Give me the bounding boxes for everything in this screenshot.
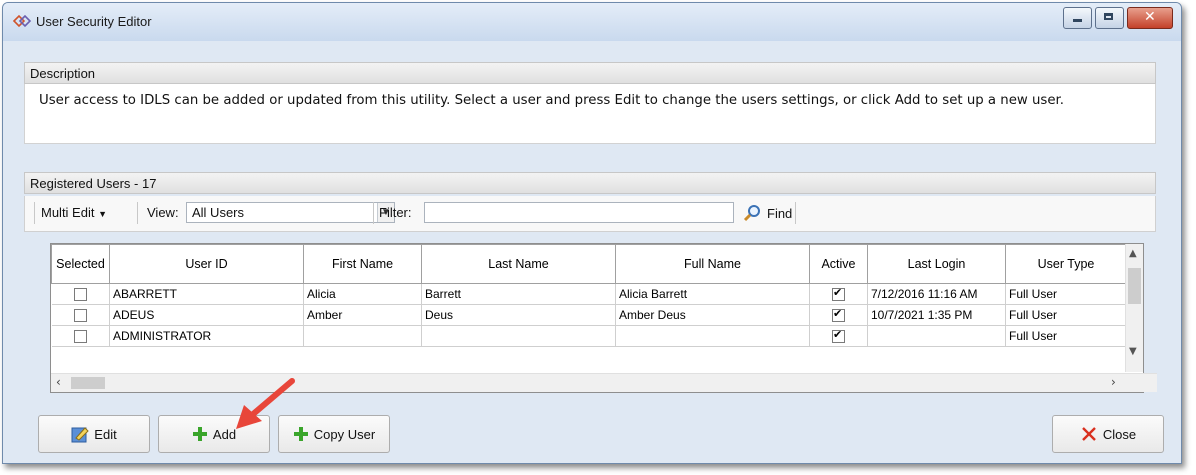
column-header-first-name[interactable]: First Name (303, 244, 422, 284)
user-type-cell: Full User (1005, 304, 1127, 326)
description-header: Description (24, 62, 1156, 84)
selected-cell[interactable] (51, 325, 110, 347)
scroll-right-icon[interactable]: › (1111, 375, 1116, 389)
description-box: User access to IDLS can be added or upda… (24, 84, 1156, 144)
minimize-icon (1073, 19, 1082, 22)
close-icon: ✕ (1144, 9, 1156, 25)
scroll-up-icon[interactable]: ▲ (1129, 248, 1137, 259)
toolbar-separator (373, 202, 374, 224)
app-logo-icon (12, 14, 32, 28)
column-header-active[interactable]: Active (809, 244, 868, 284)
annotation-arrow-icon (236, 378, 295, 429)
table-row[interactable]: ABARRETT Alicia Barrett Alicia Barrett 7… (51, 283, 1127, 305)
view-select-value: All Users (192, 205, 245, 220)
edit-label: Edit (94, 426, 117, 442)
user-type-cell: Full User (1005, 283, 1127, 305)
users-toolbar: Multi Edit ▼ View: All Users ▼ Filter: F… (24, 196, 1156, 232)
title-bar[interactable]: User Security Editor ✕ (3, 3, 1181, 41)
table-row[interactable]: ADEUS Amber Deus Amber Deus 10/7/2021 1:… (51, 304, 1127, 326)
user-id-cell: ADMINISTRATOR (109, 325, 304, 347)
multi-edit-label: Multi Edit (41, 205, 95, 220)
edit-button[interactable]: Edit (38, 415, 150, 453)
column-header-last-login[interactable]: Last Login (867, 244, 1006, 284)
full-name-cell (615, 325, 810, 347)
vertical-scroll-thumb[interactable] (1128, 268, 1141, 304)
active-checkbox (832, 307, 845, 323)
toolbar-separator (795, 202, 796, 224)
table-row[interactable]: ADMINISTRATOR Full User (51, 325, 1127, 347)
full-name-cell: Amber Deus (615, 304, 810, 326)
selected-cell[interactable] (51, 283, 110, 305)
users-table: Selected User ID First Name Last Name Fu… (51, 244, 1127, 347)
active-cell (809, 283, 868, 305)
column-header-user-id[interactable]: User ID (109, 244, 304, 284)
user-id-cell: ABARRETT (109, 283, 304, 305)
maximize-button[interactable] (1095, 7, 1124, 29)
table-header-row: Selected User ID First Name Last Name Fu… (51, 244, 1127, 284)
active-checkbox (832, 328, 845, 344)
toolbar-separator (137, 202, 138, 224)
description-text: User access to IDLS can be added or upda… (39, 93, 1065, 108)
close-x-icon (1082, 427, 1096, 441)
magnifier-icon (743, 205, 760, 222)
view-label: View: (147, 205, 179, 220)
first-name-cell (303, 325, 422, 347)
user-id-cell: ADEUS (109, 304, 304, 326)
first-name-cell: Amber (303, 304, 422, 326)
minimize-button[interactable] (1063, 7, 1092, 29)
column-header-user-type[interactable]: User Type (1005, 244, 1127, 284)
last-name-cell (421, 325, 616, 347)
select-checkbox[interactable] (73, 288, 87, 302)
copy-user-label: Copy User (313, 426, 376, 442)
window-title: User Security Editor (36, 14, 152, 29)
dropdown-arrow-icon: ▼ (98, 209, 108, 219)
caption-buttons: ✕ (1060, 7, 1173, 29)
user-type-cell: Full User (1005, 325, 1127, 347)
column-header-selected[interactable]: Selected (51, 244, 110, 284)
select-checkbox[interactable] (73, 330, 87, 344)
first-name-cell: Alicia (303, 283, 422, 305)
edit-icon (71, 427, 90, 443)
users-grid: Selected User ID First Name Last Name Fu… (50, 243, 1157, 393)
find-label: Find (767, 205, 793, 221)
vertical-scrollbar[interactable]: ▲ ▼ (1125, 244, 1143, 372)
toolbar-grip (34, 202, 35, 224)
active-cell (809, 325, 868, 347)
column-header-full-name[interactable]: Full Name (615, 244, 810, 284)
view-select[interactable]: All Users ▼ (186, 202, 395, 223)
close-button[interactable]: Close (1052, 415, 1164, 453)
last-login-cell: 10/7/2021 1:35 PM (867, 304, 1006, 326)
active-cell (809, 304, 868, 326)
find-button[interactable]: Find (743, 202, 792, 224)
filter-label: Filter: (379, 205, 412, 220)
horizontal-scroll-thumb[interactable] (71, 377, 105, 389)
close-label: Close (1102, 426, 1137, 442)
full-name-cell: Alicia Barrett (615, 283, 810, 305)
last-name-cell: Deus (421, 304, 616, 326)
close-window-button[interactable]: ✕ (1127, 7, 1173, 29)
multi-edit-dropdown[interactable]: Multi Edit ▼ (41, 205, 107, 220)
scroll-down-icon[interactable]: ▼ (1129, 346, 1137, 357)
last-login-cell (867, 325, 1006, 347)
last-login-cell: 7/12/2016 11:16 AM (867, 283, 1006, 305)
filter-input[interactable] (424, 202, 734, 223)
registered-users-header: Registered Users - 17 (24, 172, 1156, 194)
active-checkbox (832, 286, 845, 302)
last-name-cell: Barrett (421, 283, 616, 305)
maximize-icon (1104, 13, 1113, 20)
selected-cell[interactable] (51, 304, 110, 326)
column-header-last-name[interactable]: Last Name (421, 244, 616, 284)
scroll-left-icon[interactable]: ‹ (56, 375, 61, 389)
select-checkbox[interactable] (73, 309, 87, 323)
